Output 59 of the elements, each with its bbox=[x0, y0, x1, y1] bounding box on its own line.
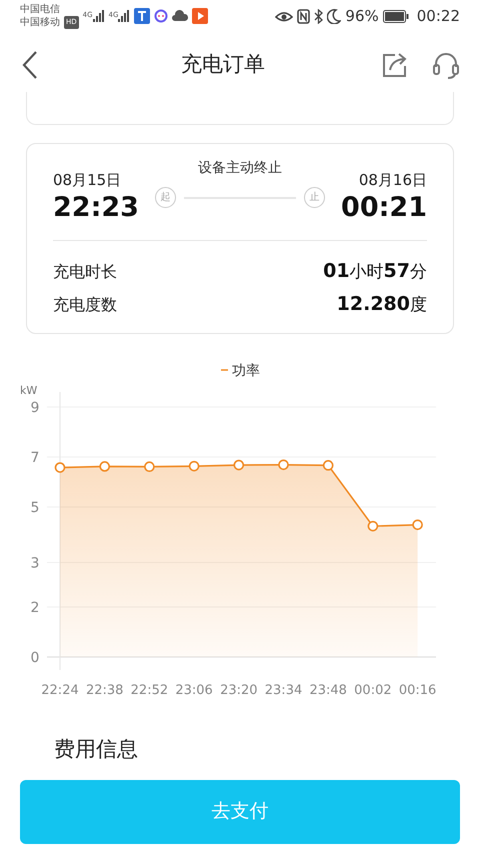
status-time: 00:22 bbox=[416, 6, 460, 27]
nfc-icon bbox=[297, 8, 310, 24]
y-tick-label: 3 bbox=[30, 556, 40, 572]
x-tick-label: 23:06 bbox=[175, 683, 213, 698]
y-tick-label: 9 bbox=[30, 400, 40, 416]
start-time: 22:23 bbox=[53, 192, 139, 224]
start-date: 08月15日 bbox=[53, 170, 122, 192]
data-point bbox=[188, 460, 200, 472]
data-point bbox=[368, 520, 378, 532]
moon-icon bbox=[327, 8, 342, 24]
y-tick-label: 7 bbox=[30, 450, 40, 466]
back-icon[interactable] bbox=[20, 50, 40, 80]
end-time: 00:21 bbox=[341, 192, 427, 224]
data-point bbox=[234, 460, 244, 470]
axis-unit: kW bbox=[20, 384, 38, 397]
x-tick-label: 23:48 bbox=[309, 683, 347, 698]
end-mark: 止 bbox=[304, 187, 326, 208]
pay-button[interactable]: 去支付 bbox=[20, 780, 460, 844]
legend: 功率 bbox=[221, 363, 260, 379]
legend-label: 功率 bbox=[232, 363, 260, 379]
signal-icon bbox=[118, 10, 130, 22]
data-point bbox=[322, 460, 334, 471]
signal-icon bbox=[92, 10, 105, 22]
x-tick-label: 00:16 bbox=[398, 683, 436, 698]
data-point bbox=[412, 519, 423, 530]
end-reason: 设备主动终止 bbox=[198, 159, 282, 178]
share-icon[interactable] bbox=[382, 52, 408, 78]
chat-icon bbox=[154, 9, 168, 23]
battery-icon bbox=[382, 10, 409, 22]
x-tick-label: 23:20 bbox=[220, 683, 258, 698]
data-point bbox=[278, 459, 289, 470]
y-tick-label: 2 bbox=[30, 600, 40, 616]
stat-value: 01小时57分 bbox=[323, 259, 427, 284]
play-icon bbox=[192, 8, 208, 24]
end-date: 08月16日 bbox=[358, 170, 427, 192]
data-point bbox=[54, 462, 66, 473]
carrier-name: 中国移动 bbox=[20, 16, 60, 29]
y-tick-label: 0 bbox=[30, 650, 40, 666]
cloud-icon bbox=[172, 10, 188, 22]
data-point bbox=[144, 461, 155, 472]
stat-label: 充电度数 bbox=[53, 294, 117, 316]
carrier-name: 中国电信 bbox=[20, 3, 61, 16]
battery-percent: 96% bbox=[345, 6, 379, 27]
start-mark: 起 bbox=[154, 187, 176, 208]
section-title: 费用信息 bbox=[53, 736, 139, 763]
x-tick-label: 22:24 bbox=[41, 683, 79, 698]
x-tick-label: 22:38 bbox=[86, 683, 124, 698]
stat-label: 充电时长 bbox=[53, 260, 117, 282]
eye-icon bbox=[275, 9, 294, 23]
headset-icon[interactable] bbox=[432, 51, 460, 79]
x-tick-label: 22:52 bbox=[130, 683, 168, 698]
x-tick-label: 00:02 bbox=[354, 683, 392, 698]
data-point bbox=[99, 461, 110, 472]
page-title: 充电订单 bbox=[181, 52, 265, 76]
x-tick-label: 23:34 bbox=[264, 683, 302, 698]
bluetooth-icon bbox=[314, 8, 324, 24]
app-icon bbox=[134, 8, 150, 24]
stat-value: 12.280度 bbox=[336, 292, 427, 318]
y-tick-label: 5 bbox=[30, 500, 40, 516]
